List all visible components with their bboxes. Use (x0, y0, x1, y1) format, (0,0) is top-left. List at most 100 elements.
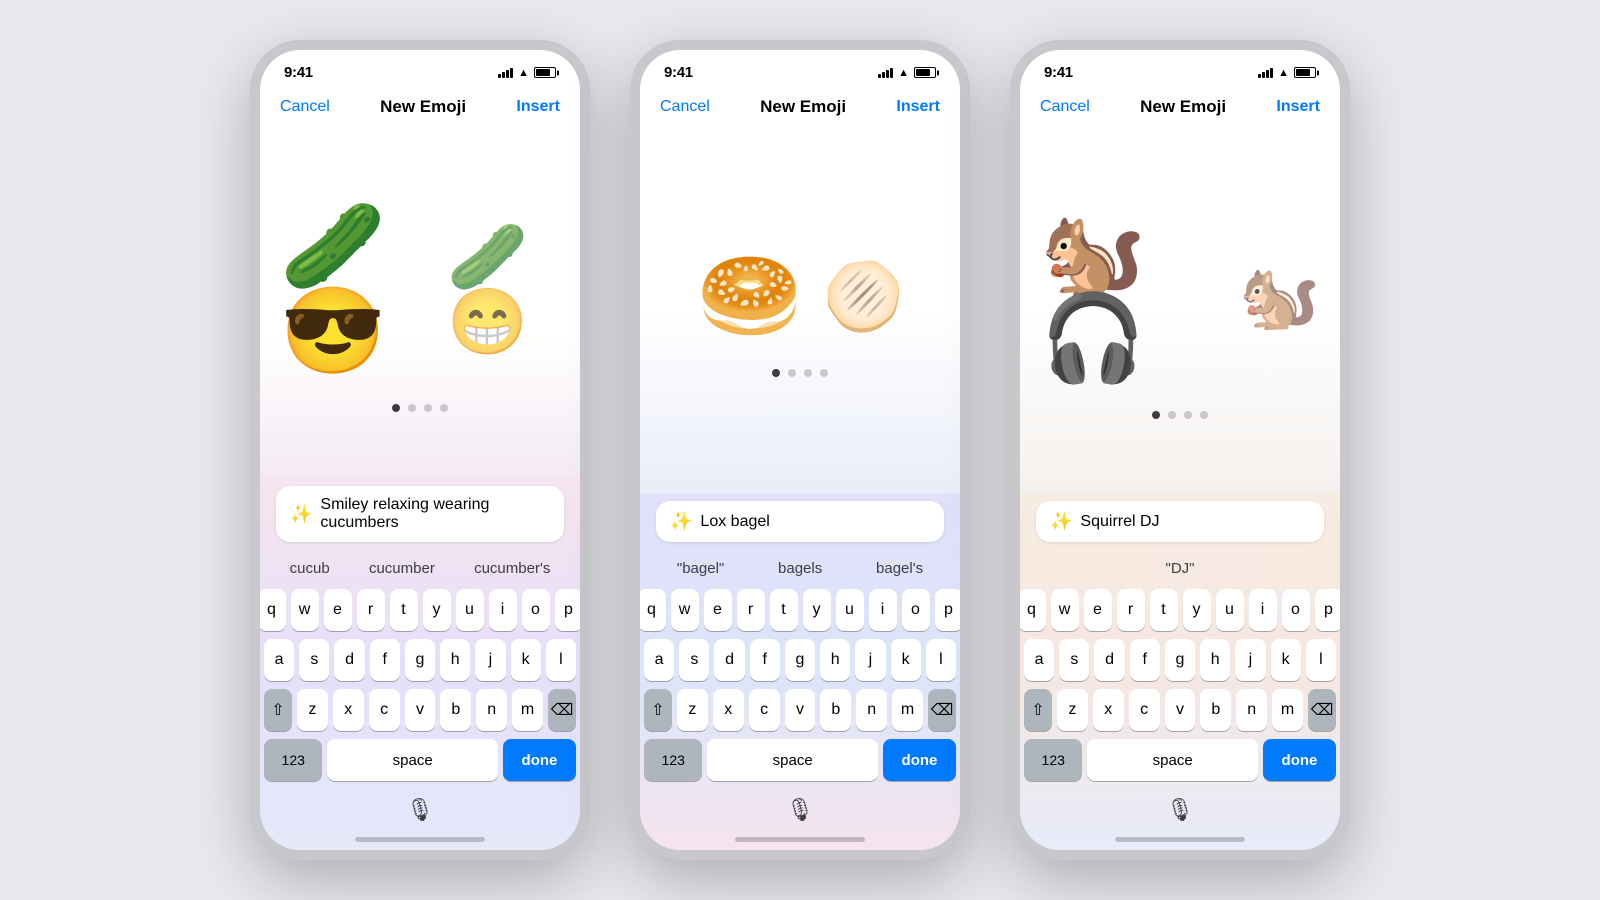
emoji-alt[interactable]: 🥒😁 (447, 224, 560, 354)
emoji-main[interactable]: 🥯 (697, 254, 803, 339)
key-k[interactable]: k (511, 639, 541, 681)
key-y[interactable]: y (423, 589, 451, 631)
key-w[interactable]: w (291, 589, 319, 631)
key-i[interactable]: i (869, 589, 897, 631)
key-t[interactable]: t (390, 589, 418, 631)
key-h[interactable]: h (440, 639, 470, 681)
dot-4[interactable] (820, 369, 828, 377)
key-shift[interactable]: ⇧ (644, 689, 672, 731)
key-b[interactable]: b (440, 689, 471, 731)
key-shift[interactable]: ⇧ (264, 689, 292, 731)
autocomplete-1[interactable]: "DJ" (1158, 556, 1203, 581)
key-m[interactable]: m (892, 689, 923, 731)
dot-2[interactable] (1168, 411, 1176, 419)
key-n[interactable]: n (856, 689, 887, 731)
dot-1[interactable] (772, 369, 780, 377)
key-g[interactable]: g (1165, 639, 1195, 681)
key-o[interactable]: o (1282, 589, 1310, 631)
key-d[interactable]: d (714, 639, 744, 681)
key-space[interactable]: space (707, 739, 877, 781)
key-l[interactable]: l (546, 639, 576, 681)
key-o[interactable]: o (522, 589, 550, 631)
dot-4[interactable] (440, 404, 448, 412)
mic-icon[interactable]: 🎙 (406, 797, 434, 823)
insert-button[interactable]: Insert (896, 98, 940, 116)
dot-4[interactable] (1200, 411, 1208, 419)
key-w[interactable]: w (1051, 589, 1079, 631)
key-u[interactable]: u (1216, 589, 1244, 631)
key-numbers[interactable]: 123 (264, 739, 322, 781)
autocomplete-2[interactable]: cucumber (361, 556, 443, 581)
dot-1[interactable] (1152, 411, 1160, 419)
key-p[interactable]: p (1315, 589, 1341, 631)
key-u[interactable]: u (836, 589, 864, 631)
search-input-wrapper[interactable]: ✨ Smiley relaxing wearing cucumbers (276, 486, 564, 542)
cancel-button[interactable]: Cancel (660, 98, 710, 116)
key-p[interactable]: p (555, 589, 581, 631)
key-k[interactable]: k (1271, 639, 1301, 681)
key-l[interactable]: l (926, 639, 956, 681)
key-z[interactable]: z (677, 689, 708, 731)
key-b[interactable]: b (1200, 689, 1231, 731)
key-c[interactable]: c (369, 689, 400, 731)
key-e[interactable]: e (704, 589, 732, 631)
dot-2[interactable] (788, 369, 796, 377)
key-s[interactable]: s (1059, 639, 1089, 681)
key-backspace[interactable]: ⌫ (928, 689, 956, 731)
key-backspace[interactable]: ⌫ (1308, 689, 1336, 731)
key-space[interactable]: space (1087, 739, 1257, 781)
key-backspace[interactable]: ⌫ (548, 689, 576, 731)
key-a[interactable]: a (264, 639, 294, 681)
key-v[interactable]: v (1165, 689, 1196, 731)
key-e[interactable]: e (324, 589, 352, 631)
key-t[interactable]: t (1150, 589, 1178, 631)
key-m[interactable]: m (1272, 689, 1303, 731)
key-m[interactable]: m (512, 689, 543, 731)
autocomplete-1[interactable]: cucub (282, 556, 338, 581)
key-e[interactable]: e (1084, 589, 1112, 631)
key-f[interactable]: f (1130, 639, 1160, 681)
key-space[interactable]: space (327, 739, 497, 781)
key-n[interactable]: n (476, 689, 507, 731)
key-x[interactable]: x (713, 689, 744, 731)
key-x[interactable]: x (1093, 689, 1124, 731)
dot-3[interactable] (1184, 411, 1192, 419)
key-d[interactable]: d (1094, 639, 1124, 681)
mic-icon[interactable]: 🎙 (1166, 797, 1194, 823)
key-j[interactable]: j (1235, 639, 1265, 681)
key-c[interactable]: c (749, 689, 780, 731)
key-v[interactable]: v (785, 689, 816, 731)
key-s[interactable]: s (679, 639, 709, 681)
key-o[interactable]: o (902, 589, 930, 631)
key-done[interactable]: done (1263, 739, 1336, 781)
insert-button[interactable]: Insert (516, 98, 560, 116)
key-z[interactable]: z (1057, 689, 1088, 731)
key-x[interactable]: x (333, 689, 364, 731)
key-k[interactable]: k (891, 639, 921, 681)
key-r[interactable]: r (737, 589, 765, 631)
key-u[interactable]: u (456, 589, 484, 631)
autocomplete-1[interactable]: "bagel" (669, 556, 732, 581)
key-r[interactable]: r (357, 589, 385, 631)
key-d[interactable]: d (334, 639, 364, 681)
autocomplete-3[interactable]: cucumber's (466, 556, 558, 581)
key-done[interactable]: done (883, 739, 956, 781)
key-a[interactable]: a (1024, 639, 1054, 681)
key-done[interactable]: done (503, 739, 576, 781)
key-w[interactable]: w (671, 589, 699, 631)
key-v[interactable]: v (405, 689, 436, 731)
key-h[interactable]: h (1200, 639, 1230, 681)
key-f[interactable]: f (750, 639, 780, 681)
key-i[interactable]: i (489, 589, 517, 631)
search-input-wrapper[interactable]: ✨ Lox bagel (656, 501, 944, 542)
key-f[interactable]: f (370, 639, 400, 681)
key-p[interactable]: p (935, 589, 961, 631)
cancel-button[interactable]: Cancel (1040, 98, 1090, 116)
dot-3[interactable] (804, 369, 812, 377)
autocomplete-3[interactable]: bagel's (868, 556, 931, 581)
key-g[interactable]: g (785, 639, 815, 681)
dot-1[interactable] (392, 404, 400, 412)
key-a[interactable]: a (644, 639, 674, 681)
mic-icon[interactable]: 🎙 (786, 797, 814, 823)
key-l[interactable]: l (1306, 639, 1336, 681)
